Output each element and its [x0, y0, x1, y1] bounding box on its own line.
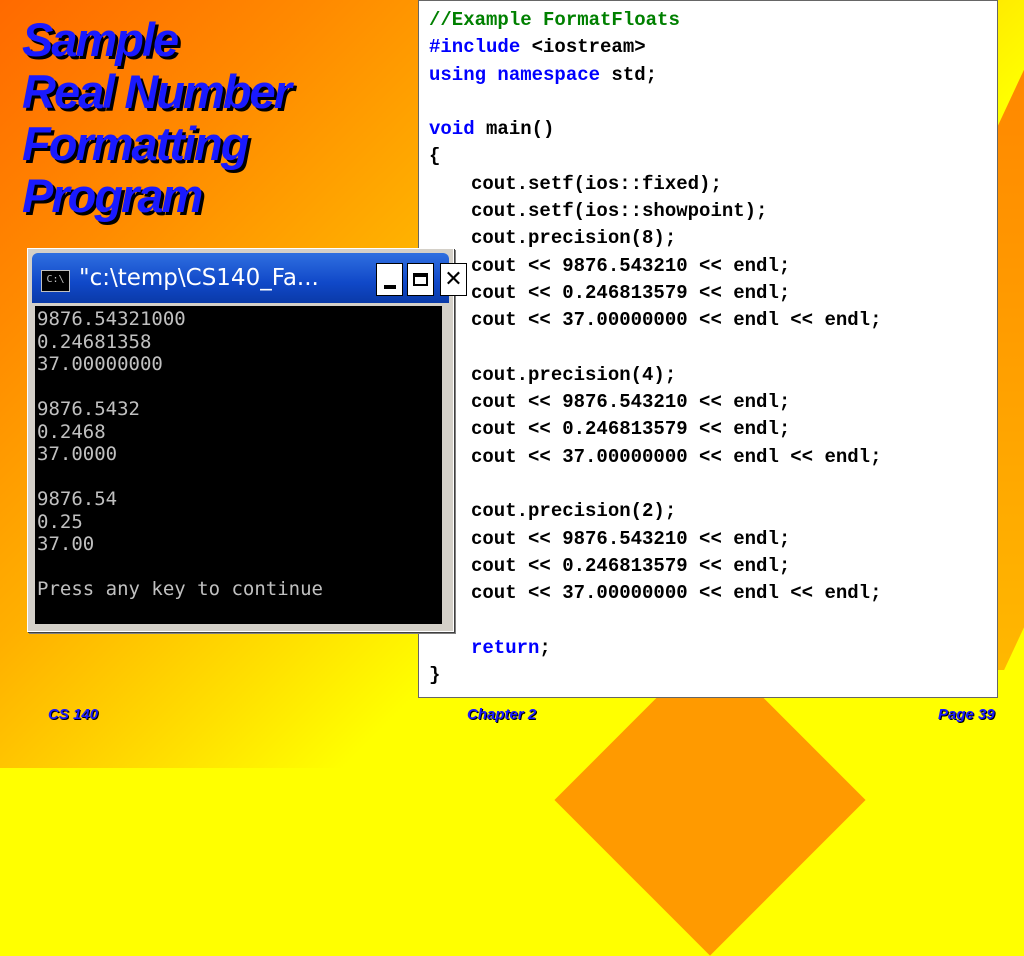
title-line: Formatting	[22, 117, 249, 170]
minimize-button[interactable]	[376, 263, 403, 296]
title-line: Sample	[22, 13, 179, 66]
code-keyword: void	[429, 118, 475, 141]
console-output-line: 37.0000	[37, 443, 118, 465]
code-line: cout << 37.00000000 << endl << endl;	[471, 309, 882, 332]
code-line: cout.precision(4);	[471, 363, 677, 386]
code-line: return;	[429, 635, 997, 662]
console-output-line	[37, 466, 442, 489]
console-output: 9876.54321000 0.24681358 37.00000000 9876.5…	[35, 306, 442, 624]
code-line: cout << 0.246813579 << endl;	[471, 554, 791, 577]
code-line: cout << 9876.543210 << endl;	[471, 527, 791, 550]
code-line: cout.precision(8);	[471, 227, 677, 250]
console-titlebar[interactable]: C:\ "c:\temp\CS140_Fa... ✕	[32, 253, 467, 303]
code-line: cout.setf(ios::fixed);	[471, 172, 722, 195]
code-keyword: using namespace	[429, 63, 601, 86]
code-keyword: #include	[429, 36, 521, 59]
code-line: #include <iostream>	[429, 34, 997, 61]
slide-title: Sample Real Number Formatting Program	[22, 14, 402, 222]
footer-chapter: Chapter 2	[467, 706, 537, 723]
console-window[interactable]: C:\ "c:\temp\CS140_Fa... ✕ 9876.54321000…	[27, 248, 467, 632]
code-text: std;	[600, 63, 658, 86]
console-output-line: 0.24681358	[37, 330, 152, 353]
code-line: cout << 0.246813579 << endl;	[471, 418, 791, 441]
code-line: cout << 0.246813579 << endl;	[471, 281, 791, 304]
code-listing: //Example FormatFloats #include <iostream…	[418, 0, 998, 698]
code-text: <iostream>	[520, 36, 646, 59]
code-line: using namespace std;	[429, 62, 997, 89]
code-line: }	[429, 664, 441, 687]
close-icon: ✕	[444, 267, 463, 292]
footer-page: Page 39	[938, 706, 995, 723]
console-output-line: 9876.54	[37, 488, 118, 510]
code-line: cout << 9876.543210 << endl;	[471, 254, 791, 277]
console-output-line: 37.00000000	[37, 353, 163, 375]
footer-course: CS 140	[48, 706, 99, 723]
code-line: cout << 9876.543210 << endl;	[471, 391, 791, 414]
code-line: cout << 37.00000000 << endl << endl;	[471, 445, 882, 468]
console-output-line: 37.00	[37, 533, 95, 555]
code-line: void main()	[429, 116, 997, 143]
code-line: cout.precision(2);	[471, 500, 677, 523]
code-line: {	[429, 145, 441, 168]
title-line: Real Number	[22, 65, 292, 118]
console-output-line: 9876.54321000	[37, 308, 186, 330]
close-button[interactable]: ✕	[440, 263, 467, 296]
console-output-line: 0.25	[37, 510, 83, 533]
maximize-button[interactable]	[407, 263, 434, 296]
code-line: //Example FormatFloats	[429, 9, 680, 31]
title-line: Program	[22, 169, 203, 222]
console-output-line: 9876.5432	[37, 398, 140, 420]
code-keyword: return	[471, 636, 540, 659]
code-line: cout << 37.00000000 << endl << endl;	[471, 582, 882, 605]
console-output-line: Press any key to continue	[37, 578, 323, 600]
console-output-line	[37, 376, 442, 399]
console-title: "c:\temp\CS140_Fa...	[79, 265, 319, 291]
console-output-line	[37, 556, 442, 579]
code-line: cout.setf(ios::showpoint);	[471, 200, 768, 223]
console-output-line: 0.2468	[37, 420, 106, 443]
code-text: main()	[474, 118, 555, 141]
command-prompt-icon[interactable]: C:\	[41, 270, 70, 292]
code-text: ;	[539, 636, 551, 659]
minimize-icon	[383, 284, 396, 289]
maximize-icon	[413, 273, 428, 286]
